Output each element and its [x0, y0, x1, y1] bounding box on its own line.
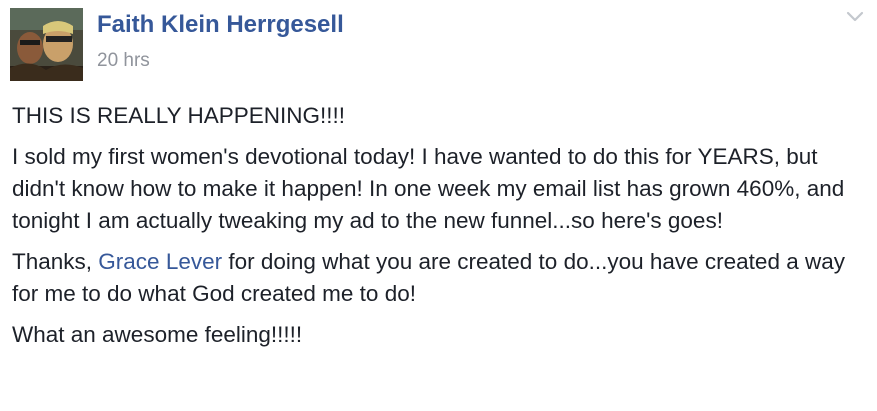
author-avatar[interactable]: [10, 8, 83, 81]
post-paragraph-1: THIS IS REALLY HAPPENING!!!!: [12, 103, 346, 128]
post-body: THIS IS REALLY HAPPENING!!!! I sold my f…: [12, 100, 862, 360]
post-paragraph-3: Thanks, Grace Lever for doing what you a…: [12, 246, 862, 310]
post-timestamp-link[interactable]: 20 hrs: [97, 50, 150, 72]
post-options-chevron-button[interactable]: [843, 8, 867, 26]
avatar-photo-icon: [10, 8, 83, 81]
paragraph-3-intro: Thanks,: [12, 249, 99, 274]
post-paragraph-2: I sold my first women's devotional today…: [12, 144, 845, 233]
post-paragraph-4: What an awesome feeling!!!!!: [12, 322, 303, 347]
author-name-link[interactable]: Faith Klein Herrgesell: [97, 11, 344, 39]
chevron-down-icon: [846, 11, 864, 22]
post-card: Faith Klein Herrgesell 20 hrs THIS IS RE…: [0, 0, 877, 411]
mention-link[interactable]: Grace Lever: [98, 249, 222, 274]
